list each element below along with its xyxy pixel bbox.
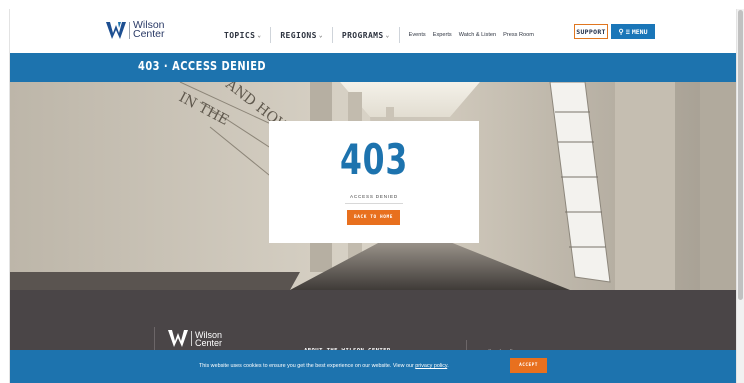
chevron-down-icon: ⌄ <box>385 31 390 39</box>
nav-divider <box>398 27 400 43</box>
nav-divider <box>270 27 272 43</box>
cookie-text-after: . <box>447 363 449 369</box>
nav-regions-label: REGIONS <box>280 30 317 40</box>
site-logo[interactable]: Wilson Center <box>106 20 165 40</box>
cookie-text-before: This website uses cookies to ensure you … <box>199 363 416 369</box>
nav-topics-label: TOPICS <box>224 30 256 40</box>
scrollbar-thumb[interactable] <box>738 10 743 300</box>
nav-programs-label: PROGRAMS <box>341 30 384 40</box>
footer-logo[interactable]: Wilson Center <box>168 330 222 347</box>
primary-nav: TOPICS ⌄ REGIONS ⌄ PROGRAMS ⌄ Events Exp… <box>224 27 541 43</box>
logo-line-2: Center <box>133 28 165 40</box>
error-subtitle: ACCESS DENIED <box>350 194 398 199</box>
footer-logo-wordmark: Wilson Center <box>195 330 223 348</box>
cookie-banner: This website uses cookies to ensure you … <box>10 350 736 383</box>
nav-link-experts[interactable]: Experts <box>433 32 452 38</box>
search-icon: ⚲ <box>618 27 624 36</box>
error-card: 403 ACCESS DENIED BACK TO HOME <box>269 121 479 243</box>
nav-link-events[interactable]: Events <box>409 32 426 38</box>
logo-divider <box>191 331 192 346</box>
chevron-down-icon: ⌄ <box>318 31 323 39</box>
nav-divider <box>331 27 333 43</box>
wilson-logo-icon <box>168 330 188 347</box>
hamburger-icon: ≡ <box>625 27 630 36</box>
support-button[interactable]: SUPPORT <box>574 24 608 39</box>
error-divider <box>345 203 403 204</box>
accept-cookies-button[interactable]: ACCEPT <box>510 358 547 373</box>
cookie-message: This website uses cookies to ensure you … <box>199 363 449 369</box>
nav-link-watch-listen[interactable]: Watch & Listen <box>459 32 496 38</box>
logo-wordmark: Wilson Center <box>133 20 165 40</box>
page-scrollbar[interactable] <box>737 9 744 383</box>
menu-button[interactable]: ⚲ ≡ MENU <box>611 24 655 39</box>
page-title-bar <box>10 53 736 82</box>
page-frame: Wilson Center TOPICS ⌄ REGIONS ⌄ PROGRAM… <box>9 9 737 383</box>
back-to-home-button[interactable]: BACK TO HOME <box>347 210 400 225</box>
footer-logo-line-2: Center <box>195 337 223 348</box>
logo-divider <box>129 21 130 39</box>
nav-regions[interactable]: REGIONS ⌄ <box>280 31 323 40</box>
nav-link-press-room[interactable]: Press Room <box>503 32 534 38</box>
page-title: 403 · ACCESS DENIED <box>138 59 267 73</box>
privacy-policy-link[interactable]: privacy policy <box>415 363 447 369</box>
nav-topics[interactable]: TOPICS ⌄ <box>224 31 261 40</box>
error-code: 403 <box>339 135 408 184</box>
site-header: Wilson Center TOPICS ⌄ REGIONS ⌄ PROGRAM… <box>10 9 736 53</box>
wilson-logo-icon <box>106 21 126 39</box>
chevron-down-icon: ⌄ <box>257 31 262 39</box>
nav-programs[interactable]: PROGRAMS ⌄ <box>342 31 390 40</box>
menu-label: MENU <box>631 27 648 36</box>
